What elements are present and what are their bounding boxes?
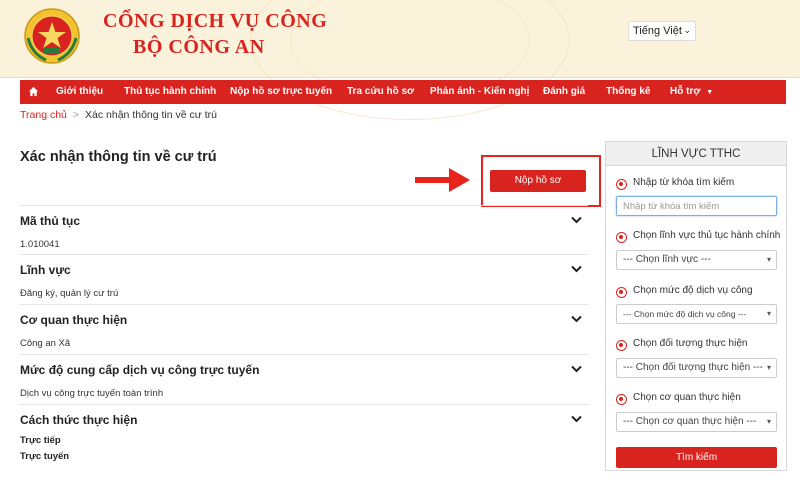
- level-select-value: --- Chọn mức độ dịch vụ công ---: [623, 309, 747, 319]
- page-title: Xác nhận thông tin về cư trú: [20, 149, 217, 165]
- language-select[interactable]: Tiếng Việt ⌄: [628, 21, 696, 41]
- agency-select[interactable]: --- Chọn cơ quan thực hiện --- ▾: [616, 412, 777, 432]
- chevron-down-icon[interactable]: [571, 415, 582, 423]
- section-methods: Cách thức thực hiện Trực tiếp Trực tuyến: [20, 404, 588, 474]
- agency-select-value: --- Chọn cơ quan thực hiện ---: [623, 416, 757, 427]
- section-service-level: Mức độ cung cấp dịch vụ công trực tuyến …: [20, 354, 588, 404]
- section-title: Mã thủ tục: [20, 214, 80, 228]
- search-button[interactable]: Tìm kiếm: [616, 447, 777, 468]
- dropdown-arrow-icon: ▾: [766, 255, 771, 264]
- nav-item-about[interactable]: Giới thiệu: [56, 80, 103, 104]
- chevron-down-icon[interactable]: [571, 216, 582, 224]
- arrow-right-icon: [415, 168, 470, 192]
- section-procedure-code: Mã thủ tục 1.010041: [20, 205, 588, 255]
- radio-keyword[interactable]: [616, 179, 627, 190]
- chevron-down-icon[interactable]: [571, 365, 582, 373]
- keyword-label: Nhập từ khóa tìm kiếm: [633, 177, 735, 188]
- section-title: Cơ quan thực hiện: [20, 313, 128, 327]
- nav-item-rating[interactable]: Đánh giá: [543, 80, 585, 104]
- radio-agency[interactable]: [616, 394, 627, 405]
- breadcrumb-current: Xác nhận thông tin về cư trú: [85, 109, 217, 121]
- breadcrumb: Trang chủ > Xác nhận thông tin về cư trú: [20, 109, 217, 121]
- dropdown-arrow-icon: ▾: [766, 309, 771, 318]
- nav-item-online-submission[interactable]: Nộp hồ sơ trực tuyến: [230, 80, 332, 104]
- field-select[interactable]: --- Chọn lĩnh vực --- ▾: [616, 250, 777, 270]
- chevron-down-icon: ⌄: [683, 25, 691, 35]
- site-header: CỔNG DỊCH VỤ CÔNG BỘ CÔNG AN Tiếng Việt …: [0, 0, 800, 120]
- police-emblem-logo[interactable]: [22, 6, 82, 66]
- radio-level[interactable]: [616, 287, 627, 298]
- field-label: Chọn lĩnh vực thủ tục hành chính: [633, 230, 781, 241]
- nav-item-feedback[interactable]: Phản ánh - Kiến nghị: [430, 80, 529, 104]
- submit-application-button[interactable]: Nộp hồ sơ: [490, 170, 586, 192]
- nav-item-support[interactable]: Hỗ trợ ▼: [670, 80, 713, 104]
- section-agency: Cơ quan thực hiện Công an Xã: [20, 304, 588, 354]
- chevron-down-icon[interactable]: [571, 265, 582, 273]
- level-label: Chọn mức độ dịch vụ công: [633, 285, 753, 296]
- breadcrumb-separator: >: [72, 109, 80, 121]
- chevron-down-icon[interactable]: [571, 315, 582, 323]
- section-title: Mức độ cung cấp dịch vụ công trực tuyến: [20, 363, 260, 377]
- section-value: Dịch vụ công trực tuyến toàn trình: [20, 388, 164, 399]
- nav-item-support-label: Hỗ trợ: [670, 86, 701, 97]
- section-value: 1.010041: [20, 239, 60, 250]
- search-sidebar: LĨNH VỰC TTHC Nhập từ khóa tìm kiếm Chọn…: [605, 141, 787, 471]
- section-value: Công an Xã: [20, 338, 71, 349]
- method-item: Trực tiếp: [20, 435, 61, 446]
- field-select-value: --- Chọn lĩnh vực ---: [623, 254, 711, 265]
- home-icon[interactable]: [28, 86, 39, 97]
- section-title: Lĩnh vực: [20, 263, 71, 277]
- radio-target[interactable]: [616, 340, 627, 351]
- dropdown-arrow-icon: ▾: [766, 363, 771, 372]
- nav-item-procedures[interactable]: Thủ tục hành chính: [124, 80, 216, 104]
- section-value: Đăng ký, quản lý cư trú: [20, 288, 119, 299]
- target-select[interactable]: --- Chọn đối tượng thực hiện --- ▾: [616, 358, 777, 378]
- target-select-value: --- Chọn đối tượng thực hiện ---: [623, 362, 763, 373]
- section-title: Cách thức thực hiện: [20, 413, 138, 427]
- method-item: Trực tuyến: [20, 451, 70, 462]
- target-label: Chọn đối tượng thực hiện: [633, 338, 748, 349]
- nav-item-lookup[interactable]: Tra cứu hồ sơ: [347, 80, 414, 104]
- language-value: Tiếng Việt: [633, 25, 682, 37]
- radio-field[interactable]: [616, 232, 627, 243]
- agency-label: Chọn cơ quan thực hiện: [633, 392, 741, 403]
- dropdown-arrow-icon: ▾: [766, 417, 771, 426]
- sidebar-title: LĨNH VỰC TTHC: [606, 142, 786, 166]
- section-field: Lĩnh vực Đăng ký, quản lý cư trú: [20, 254, 588, 304]
- nav-item-statistics[interactable]: Thống kê: [606, 80, 650, 104]
- keyword-search-input[interactable]: [616, 196, 777, 216]
- main-nav: Giới thiệu Thủ tục hành chính Nộp hồ sơ …: [20, 80, 786, 104]
- breadcrumb-home-link[interactable]: Trang chủ: [20, 109, 67, 121]
- caret-down-icon: ▼: [706, 89, 714, 96]
- level-select[interactable]: --- Chọn mức độ dịch vụ công --- ▾: [616, 304, 777, 324]
- brand-title-line2[interactable]: BỘ CÔNG AN: [133, 36, 265, 59]
- brand-title-line1[interactable]: CỔNG DỊCH VỤ CÔNG: [103, 10, 327, 33]
